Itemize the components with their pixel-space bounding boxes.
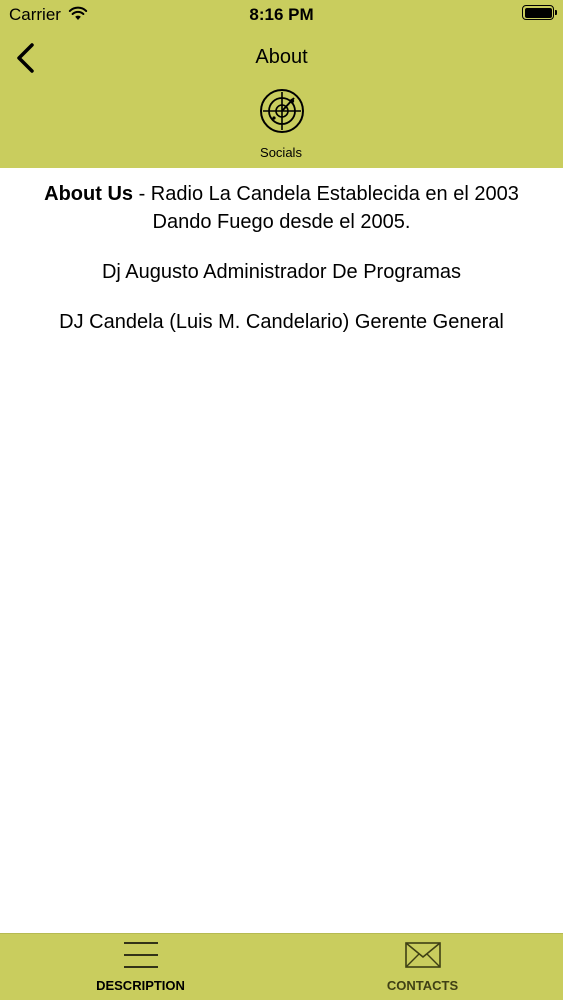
tab-socials-label: Socials [260,145,302,160]
battery-icon [522,5,557,20]
header: Carrier 8:16 PM About Socials [0,0,563,168]
tab-contacts[interactable]: CONTACTS [282,934,563,1001]
about-text-line1: - Radio La Candela Establecida en el 200… [133,183,519,205]
tab-description[interactable]: DESCRIPTION [0,934,281,1001]
tab-contacts-label: CONTACTS [386,978,459,993]
about-paragraph: About Us - Radio La Candela Establecida … [0,168,563,236]
radar-icon [260,89,304,133]
tab-description-label: DESCRIPTION [96,978,185,993]
status-time: 8:16 PM [249,5,314,24]
bottom-tab-bar: DESCRIPTION CONTACTS [0,933,563,1000]
about-content: About Us - Radio La Candela Establecida … [0,168,563,336]
page-title: About [255,46,308,68]
tab-socials[interactable]: Socials [231,86,331,164]
staff-line-2: DJ Candela (Luis M. Candelario) Gerente … [59,311,504,333]
about-heading: About Us [44,183,134,205]
menu-lines-icon [124,942,158,968]
nav-bar: About [0,30,563,86]
about-text-line2: Dando Fuego desde el 2005. [152,211,411,233]
envelope-icon [405,942,441,968]
staff-line-1: Dj Augusto Administrador De Programas [101,261,462,283]
status-bar: Carrier 8:16 PM [0,0,563,30]
